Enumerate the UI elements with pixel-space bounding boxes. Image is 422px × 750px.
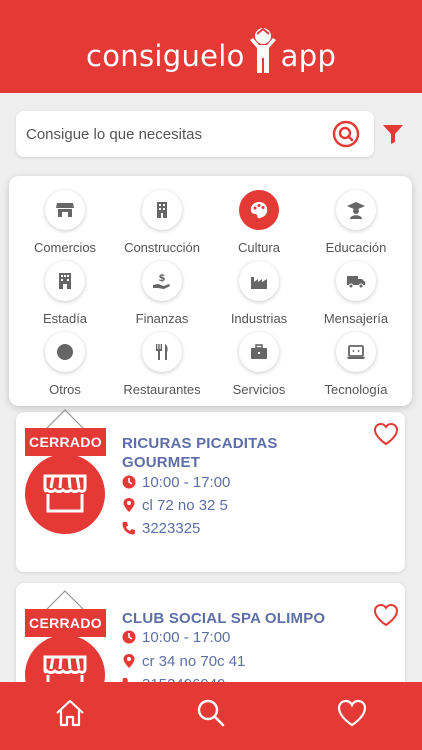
status-badge: CERRADO	[25, 428, 106, 456]
category-label: Servicios	[232, 382, 286, 397]
nav-home-button[interactable]	[52, 696, 88, 730]
listing-phone: 3223325	[142, 519, 201, 537]
location-pin-icon	[123, 654, 135, 668]
clock-icon	[122, 630, 136, 644]
listing-card[interactable]: CERRADO RICURAS PICADITAS GOURMET 10:00 …	[16, 409, 405, 572]
building-icon	[142, 190, 182, 230]
heart-icon[interactable]	[373, 422, 399, 446]
logo-text-right: app	[280, 39, 337, 73]
store-icon	[45, 190, 85, 230]
category-servicios[interactable]: Servicios	[209, 326, 309, 397]
category-educacion[interactable]: Educación	[306, 184, 406, 255]
filter-icon[interactable]	[381, 122, 405, 146]
hotel-icon	[45, 261, 85, 301]
listing-address: cr 34 no 70c 41	[142, 652, 246, 670]
money-hand-icon: $	[142, 261, 182, 301]
sign-hanger-icon	[44, 590, 86, 611]
category-mensajeria[interactable]: Mensajería	[306, 255, 406, 326]
category-label: Mensajería	[323, 311, 389, 326]
laptop-icon	[336, 332, 376, 372]
category-label: Industrias	[230, 311, 288, 326]
svg-text:$: $	[159, 273, 166, 284]
listing-address: cl 72 no 32 5	[142, 496, 228, 514]
bottom-nav	[0, 682, 422, 750]
listing-card[interactable]: CERRADO CLUB SOCIAL SPA OLIMPO 10:00 - 1…	[16, 583, 405, 715]
clock-icon	[122, 475, 136, 489]
listing-name: CLUB SOCIAL SPA OLIMPO	[122, 610, 326, 627]
category-cultura[interactable]: Cultura	[209, 184, 309, 255]
app-header: consiguelo app	[0, 0, 422, 93]
category-label: Restaurantes	[123, 382, 201, 397]
category-construccion[interactable]: Construcción	[112, 184, 212, 255]
listing-hours: 10:00 - 17:00	[142, 628, 231, 646]
listing-address-row: cr 34 no 70c 41	[122, 651, 245, 671]
category-estadia[interactable]: Estadía	[15, 255, 115, 326]
status-badge: CERRADO	[25, 609, 106, 637]
category-finanzas[interactable]: $ Finanzas	[112, 255, 212, 326]
graduate-icon	[336, 190, 376, 230]
nav-favorites-button[interactable]	[334, 696, 370, 730]
listing-name: RICURAS PICADITAS GOURMET	[122, 435, 278, 471]
category-label: Comercios	[33, 240, 97, 255]
category-label: Otros	[49, 382, 81, 397]
location-pin-icon	[123, 498, 135, 512]
nav-search-button[interactable]	[193, 696, 229, 730]
logo-text-left: consiguelo	[86, 39, 245, 73]
category-comercios[interactable]: Comercios	[15, 184, 115, 255]
listing-hours-row: 10:00 - 17:00	[122, 472, 230, 492]
heart-icon[interactable]	[373, 603, 399, 627]
search-icon	[197, 699, 225, 727]
listing-address-row: cl 72 no 32 5	[122, 495, 228, 515]
listing-hours-row: 10:00 - 17:00	[122, 627, 230, 647]
briefcase-icon	[239, 332, 279, 372]
category-label: Cultura	[238, 240, 280, 255]
category-otros[interactable]: Otros	[15, 326, 115, 397]
category-label: Tecnología	[324, 382, 388, 397]
app-logo: consiguelo app	[86, 26, 336, 76]
home-icon	[56, 699, 84, 727]
search-icon[interactable]	[332, 120, 360, 148]
category-industrias[interactable]: Industrias	[209, 255, 309, 326]
truck-icon	[336, 261, 376, 301]
category-restaurantes[interactable]: Restaurantes	[112, 326, 212, 397]
store-icon	[25, 454, 105, 534]
category-label: Estadía	[42, 311, 88, 326]
circle-icon	[45, 332, 85, 372]
category-label: Construcción	[124, 240, 200, 255]
factory-icon	[239, 261, 279, 301]
search-input[interactable]	[26, 111, 326, 157]
heart-icon	[337, 699, 367, 727]
logo-person-icon	[249, 27, 276, 73]
category-panel: Comercios Construcción Cultura Educación…	[9, 176, 412, 406]
listing-phone-row[interactable]: 3223325	[122, 518, 200, 538]
category-tecnologia[interactable]: Tecnología	[306, 326, 406, 397]
search-bar	[16, 111, 374, 157]
phone-icon	[122, 522, 135, 535]
category-label: Educación	[325, 240, 387, 255]
palette-icon	[239, 190, 279, 230]
listing-hours: 10:00 - 17:00	[142, 473, 231, 491]
category-label: Finanzas	[135, 311, 189, 326]
sign-hanger-icon	[44, 409, 86, 430]
utensils-icon	[142, 332, 182, 372]
